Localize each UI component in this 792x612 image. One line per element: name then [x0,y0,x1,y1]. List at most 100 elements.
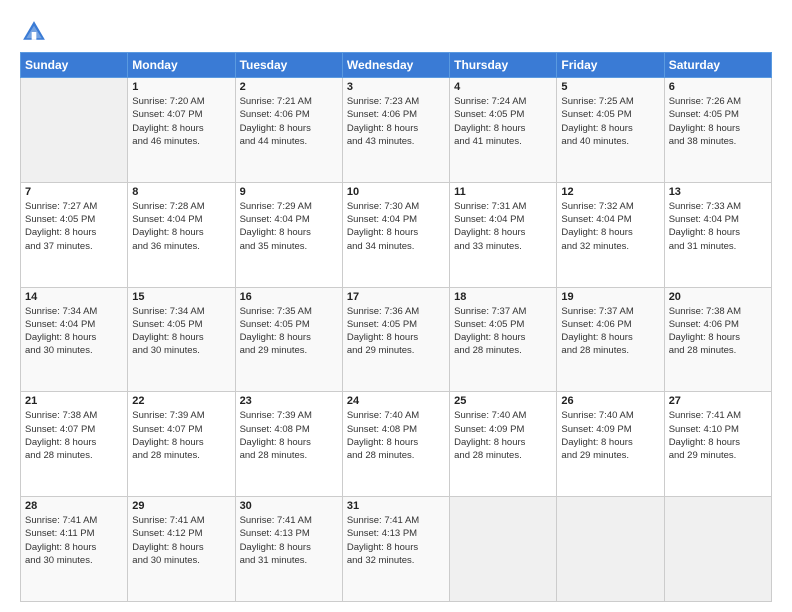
day-number: 26 [561,395,659,407]
day-number: 11 [454,186,552,198]
calendar-cell: 27 Sunrise: 7:41 AM Sunset: 4:10 PM Dayli… [664,392,771,497]
day-number: 20 [669,291,767,303]
calendar-cell: 5 Sunrise: 7:25 AM Sunset: 4:05 PM Daylig… [557,78,664,183]
day-number: 10 [347,186,445,198]
day-info: Sunrise: 7:34 AM Sunset: 4:05 PM Dayligh… [132,305,230,358]
day-info: Sunrise: 7:36 AM Sunset: 4:05 PM Dayligh… [347,305,445,358]
day-info: Sunrise: 7:32 AM Sunset: 4:04 PM Dayligh… [561,200,659,253]
calendar-table: SundayMondayTuesdayWednesdayThursdayFrid… [20,52,772,602]
day-info: Sunrise: 7:38 AM Sunset: 4:06 PM Dayligh… [669,305,767,358]
day-number: 4 [454,81,552,93]
day-info: Sunrise: 7:20 AM Sunset: 4:07 PM Dayligh… [132,95,230,148]
calendar-row-4: 28 Sunrise: 7:41 AM Sunset: 4:11 PM Dayli… [21,497,772,602]
day-number: 8 [132,186,230,198]
calendar-cell [21,78,128,183]
day-info: Sunrise: 7:37 AM Sunset: 4:06 PM Dayligh… [561,305,659,358]
day-info: Sunrise: 7:25 AM Sunset: 4:05 PM Dayligh… [561,95,659,148]
day-info: Sunrise: 7:39 AM Sunset: 4:07 PM Dayligh… [132,409,230,462]
calendar-cell: 25 Sunrise: 7:40 AM Sunset: 4:09 PM Dayli… [450,392,557,497]
logo [20,18,52,46]
calendar-row-3: 21 Sunrise: 7:38 AM Sunset: 4:07 PM Dayli… [21,392,772,497]
calendar-cell [664,497,771,602]
calendar-header-wednesday: Wednesday [342,53,449,78]
calendar-cell: 14 Sunrise: 7:34 AM Sunset: 4:04 PM Dayli… [21,287,128,392]
day-number: 19 [561,291,659,303]
day-info: Sunrise: 7:40 AM Sunset: 4:09 PM Dayligh… [454,409,552,462]
day-number: 14 [25,291,123,303]
day-number: 30 [240,500,338,512]
calendar-cell: 3Sunrise: 7:23 AM Sunset: 4:06 PM Daylig… [342,78,449,183]
calendar-cell: 16 Sunrise: 7:35 AM Sunset: 4:05 PM Dayli… [235,287,342,392]
day-number: 7 [25,186,123,198]
calendar-header-friday: Friday [557,53,664,78]
day-info: Sunrise: 7:41 AM Sunset: 4:10 PM Dayligh… [669,409,767,462]
calendar-cell: 23 Sunrise: 7:39 AM Sunset: 4:08 PM Dayli… [235,392,342,497]
calendar-cell: 9Sunrise: 7:29 AM Sunset: 4:04 PM Daylig… [235,182,342,287]
day-number: 9 [240,186,338,198]
day-info: Sunrise: 7:26 AM Sunset: 4:05 PM Dayligh… [669,95,767,148]
calendar-cell: 13Sunrise: 7:33 AM Sunset: 4:04 PM Dayli… [664,182,771,287]
calendar-cell: 31 Sunrise: 7:41 AM Sunset: 4:13 PM Dayli… [342,497,449,602]
calendar-cell: 28 Sunrise: 7:41 AM Sunset: 4:11 PM Dayli… [21,497,128,602]
calendar-header-row: SundayMondayTuesdayWednesdayThursdayFrid… [21,53,772,78]
day-info: Sunrise: 7:40 AM Sunset: 4:09 PM Dayligh… [561,409,659,462]
day-number: 18 [454,291,552,303]
day-info: Sunrise: 7:38 AM Sunset: 4:07 PM Dayligh… [25,409,123,462]
calendar-cell: 19 Sunrise: 7:37 AM Sunset: 4:06 PM Dayli… [557,287,664,392]
day-number: 28 [25,500,123,512]
calendar-cell [450,497,557,602]
day-info: Sunrise: 7:31 AM Sunset: 4:04 PM Dayligh… [454,200,552,253]
calendar-cell: 15 Sunrise: 7:34 AM Sunset: 4:05 PM Dayli… [128,287,235,392]
calendar-cell: 11 Sunrise: 7:31 AM Sunset: 4:04 PM Dayli… [450,182,557,287]
day-info: Sunrise: 7:30 AM Sunset: 4:04 PM Dayligh… [347,200,445,253]
calendar-cell [557,497,664,602]
day-number: 21 [25,395,123,407]
day-number: 23 [240,395,338,407]
day-number: 5 [561,81,659,93]
day-info: Sunrise: 7:41 AM Sunset: 4:11 PM Dayligh… [25,514,123,567]
day-info: Sunrise: 7:21 AM Sunset: 4:06 PM Dayligh… [240,95,338,148]
calendar-row-2: 14 Sunrise: 7:34 AM Sunset: 4:04 PM Dayli… [21,287,772,392]
calendar-cell: 26 Sunrise: 7:40 AM Sunset: 4:09 PM Dayli… [557,392,664,497]
day-number: 1 [132,81,230,93]
day-info: Sunrise: 7:41 AM Sunset: 4:13 PM Dayligh… [347,514,445,567]
day-number: 22 [132,395,230,407]
logo-icon [20,18,48,46]
day-number: 16 [240,291,338,303]
calendar-cell: 18 Sunrise: 7:37 AM Sunset: 4:05 PM Dayli… [450,287,557,392]
calendar-header-thursday: Thursday [450,53,557,78]
day-info: Sunrise: 7:37 AM Sunset: 4:05 PM Dayligh… [454,305,552,358]
calendar-cell: 24Sunrise: 7:40 AM Sunset: 4:08 PM Dayli… [342,392,449,497]
calendar-cell: 7 Sunrise: 7:27 AM Sunset: 4:05 PM Daylig… [21,182,128,287]
day-number: 24 [347,395,445,407]
day-number: 12 [561,186,659,198]
day-info: Sunrise: 7:41 AM Sunset: 4:12 PM Dayligh… [132,514,230,567]
page: SundayMondayTuesdayWednesdayThursdayFrid… [0,0,792,612]
day-info: Sunrise: 7:24 AM Sunset: 4:05 PM Dayligh… [454,95,552,148]
day-info: Sunrise: 7:34 AM Sunset: 4:04 PM Dayligh… [25,305,123,358]
day-info: Sunrise: 7:39 AM Sunset: 4:08 PM Dayligh… [240,409,338,462]
calendar-cell: 10 Sunrise: 7:30 AM Sunset: 4:04 PM Dayli… [342,182,449,287]
day-number: 17 [347,291,445,303]
day-number: 15 [132,291,230,303]
day-number: 25 [454,395,552,407]
calendar-row-0: 1 Sunrise: 7:20 AM Sunset: 4:07 PM Daylig… [21,78,772,183]
calendar-cell: 29 Sunrise: 7:41 AM Sunset: 4:12 PM Dayli… [128,497,235,602]
day-number: 29 [132,500,230,512]
day-number: 6 [669,81,767,93]
day-number: 27 [669,395,767,407]
calendar-cell: 8Sunrise: 7:28 AM Sunset: 4:04 PM Daylig… [128,182,235,287]
day-number: 31 [347,500,445,512]
header [20,18,772,46]
calendar-cell: 12 Sunrise: 7:32 AM Sunset: 4:04 PM Dayli… [557,182,664,287]
day-info: Sunrise: 7:27 AM Sunset: 4:05 PM Dayligh… [25,200,123,253]
calendar-header-saturday: Saturday [664,53,771,78]
day-number: 13 [669,186,767,198]
calendar-cell: 6 Sunrise: 7:26 AM Sunset: 4:05 PM Daylig… [664,78,771,183]
day-info: Sunrise: 7:23 AM Sunset: 4:06 PM Dayligh… [347,95,445,148]
day-info: Sunrise: 7:41 AM Sunset: 4:13 PM Dayligh… [240,514,338,567]
day-info: Sunrise: 7:35 AM Sunset: 4:05 PM Dayligh… [240,305,338,358]
calendar-cell: 22 Sunrise: 7:39 AM Sunset: 4:07 PM Dayli… [128,392,235,497]
calendar-header-sunday: Sunday [21,53,128,78]
calendar-cell: 21 Sunrise: 7:38 AM Sunset: 4:07 PM Dayli… [21,392,128,497]
